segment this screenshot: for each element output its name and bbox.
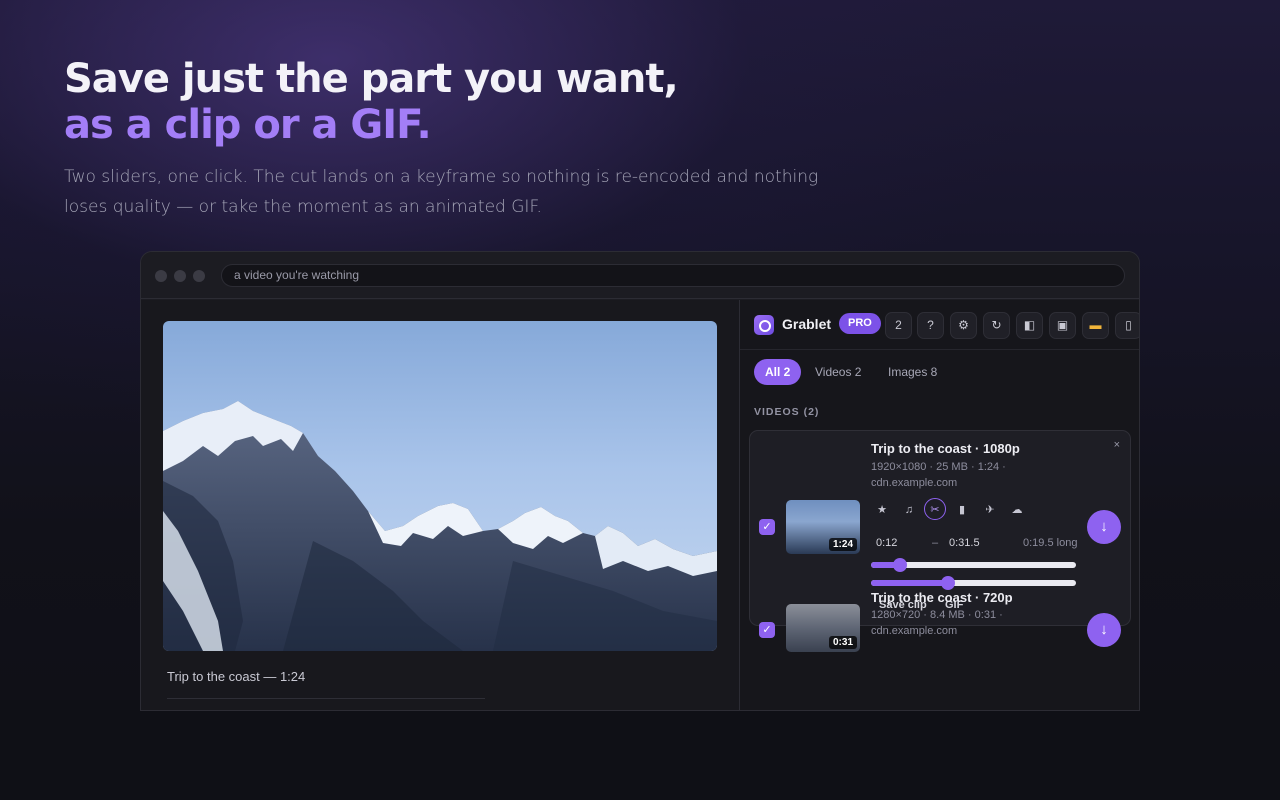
help-icon[interactable]: ? xyxy=(917,312,944,339)
clip-end-field[interactable]: 0:31.5 xyxy=(949,537,980,549)
folder-icon[interactable]: ▬ xyxy=(1082,312,1109,339)
video-thumbnail[interactable]: 1:24 xyxy=(786,500,860,554)
clip-length: 0:19.5 long xyxy=(1023,537,1078,549)
pro-badge: PRO xyxy=(839,313,881,334)
item-source: cdn.example.com xyxy=(871,477,958,489)
download-button[interactable]: ↓ xyxy=(1087,613,1121,647)
item-title: Trip to the coast · 720p xyxy=(871,590,1013,605)
window-dot-minimize xyxy=(174,270,186,282)
audio-icon[interactable]: ♫ xyxy=(898,499,920,521)
item-checkbox[interactable]: ✓ xyxy=(759,519,775,535)
hero-subtitle: Two sliders, one click. The cut lands on… xyxy=(64,167,819,217)
tab-all[interactable]: All 2 xyxy=(754,359,802,385)
refresh-icon[interactable]: ↻ xyxy=(983,312,1010,339)
video-caption: Trip to the coast — 1:24 xyxy=(167,669,306,684)
end-slider-fill xyxy=(871,580,948,586)
panel-header: Grablet PRO 2 ? ⚙ ↻ ◧ ▣ ▬ ▯ xyxy=(740,300,1139,350)
browser-window: a video you're watching Trip to the coas… xyxy=(140,251,1140,711)
window-dot-maximize xyxy=(193,270,205,282)
grablet-logo-icon xyxy=(754,315,774,335)
duration-badge: 0:31 xyxy=(828,636,857,649)
close-icon[interactable]: × xyxy=(1114,439,1120,451)
web-page: Trip to the coast — 1:24 xyxy=(141,300,739,710)
mountain-scene xyxy=(163,401,717,651)
duration-badge: 1:24 xyxy=(828,538,857,551)
gallery-icon[interactable]: ◧ xyxy=(1016,312,1043,339)
end-slider-handle[interactable] xyxy=(940,576,955,590)
phone-icon[interactable]: ▮ xyxy=(951,499,973,521)
trash-icon[interactable]: ▯ xyxy=(1115,312,1139,339)
tab-videos[interactable]: Videos 2 xyxy=(804,359,872,385)
clip-start-field[interactable]: 0:12 xyxy=(876,537,897,549)
window-dot-close xyxy=(155,270,167,282)
hero-heading: Save just the part you want, as a clip o… xyxy=(64,56,679,148)
count-button[interactable]: 2 xyxy=(885,312,912,339)
item-meta: 1920×1080 · 25 MB · 1:24 · xyxy=(871,461,1006,473)
scissors-icon[interactable]: ✂ xyxy=(924,498,946,520)
item-source: cdn.example.com xyxy=(871,625,958,637)
video-item: ✓ 0:31 Trip to the coast · 720p 1280×720… xyxy=(749,590,1131,710)
download-button[interactable]: ↓ xyxy=(1087,510,1121,544)
cloud-icon[interactable]: ☁ xyxy=(1006,499,1028,521)
end-slider[interactable] xyxy=(871,576,1076,590)
star-icon[interactable]: ★ xyxy=(871,499,893,521)
item-checkbox[interactable]: ✓ xyxy=(759,622,775,638)
address-bar[interactable]: a video you're watching xyxy=(221,264,1125,287)
start-slider[interactable] xyxy=(871,558,1076,572)
clip-separator: – xyxy=(932,537,939,549)
section-heading: VIDEOS (2) xyxy=(754,406,820,418)
gear-icon[interactable]: ⚙ xyxy=(950,312,977,339)
extension-panel: Grablet PRO 2 ? ⚙ ↻ ◧ ▣ ▬ ▯ All 2 Videos… xyxy=(739,300,1139,710)
item-title: Trip to the coast · 1080p xyxy=(871,441,1020,456)
page-footer-band xyxy=(0,700,1280,800)
video-thumbnail[interactable]: 0:31 xyxy=(786,604,860,652)
send-icon[interactable]: ✈ xyxy=(979,499,1001,521)
caption-divider xyxy=(167,698,485,699)
tab-images[interactable]: Images 8 xyxy=(877,359,948,385)
browser-toolbar: a video you're watching xyxy=(141,252,1139,299)
start-slider-handle[interactable] xyxy=(893,558,908,572)
hero-title-line1: Save just the part you want, xyxy=(64,56,679,102)
brand-name: Grablet xyxy=(782,316,832,332)
hero-title-line2: as a clip or a GIF. xyxy=(64,102,432,148)
image-icon[interactable]: ▣ xyxy=(1049,312,1076,339)
item-meta: 1280×720 · 8.4 MB · 0:31 · xyxy=(871,609,1003,621)
video-player[interactable] xyxy=(163,321,717,651)
